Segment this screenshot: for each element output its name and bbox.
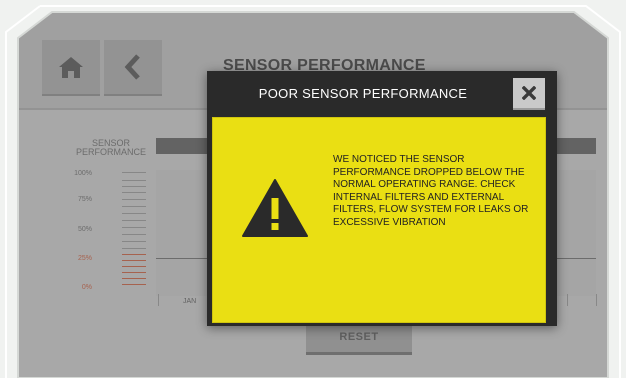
scene: SENSOR PERFORMANCE SENSOR PERFORMANCE 10… bbox=[0, 0, 626, 378]
warning-triangle-icon bbox=[242, 179, 308, 237]
dialog-message: WE NOTICED THE SENSOR PERFORMANCE DROPPE… bbox=[333, 154, 529, 228]
close-icon bbox=[522, 86, 536, 100]
dialog-body: WE NOTICED THE SENSOR PERFORMANCE DROPPE… bbox=[212, 117, 546, 323]
dialog-title: POOR SENSOR PERFORMANCE bbox=[258, 85, 468, 101]
close-button[interactable] bbox=[513, 78, 545, 110]
alert-dialog: POOR SENSOR PERFORMANCE WE NOTICED THE S… bbox=[207, 71, 557, 326]
